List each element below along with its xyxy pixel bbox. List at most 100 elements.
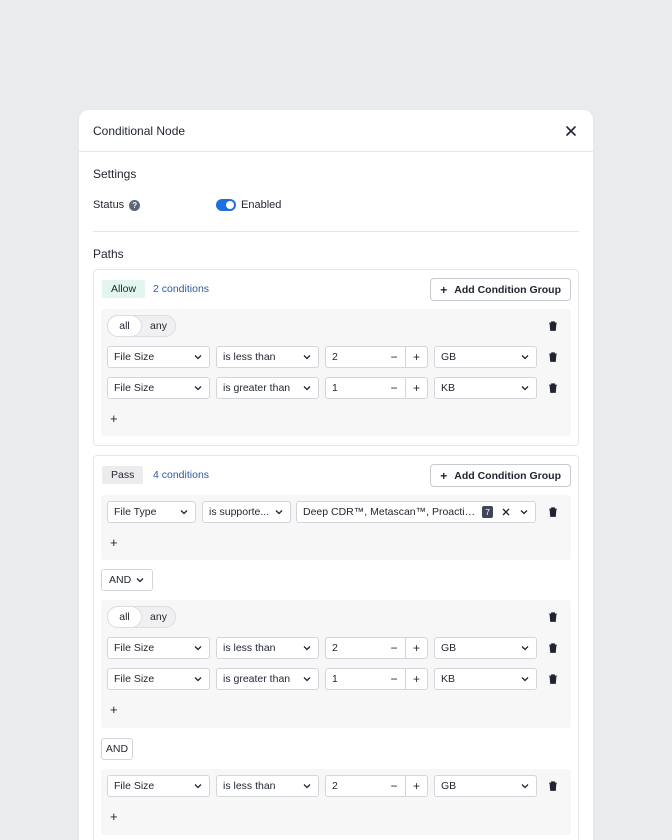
path-header-allow: Allow 2 conditions + Add Condition Group (94, 270, 578, 308)
plus-icon[interactable]: + (405, 638, 427, 658)
unit-select[interactable]: GB (434, 775, 537, 797)
chevron-down-icon (521, 386, 529, 391)
add-condition-button[interactable]: + (110, 809, 118, 824)
value-stepper[interactable]: 1 − + (325, 668, 428, 690)
plus-icon[interactable]: + (405, 669, 427, 689)
condition-group: all any File Size is less than 2− + GB Fi… (101, 600, 571, 728)
add-condition-button[interactable]: + (110, 702, 118, 717)
trash-icon[interactable] (547, 351, 559, 363)
chevron-down-icon (136, 578, 144, 583)
status-label: Status (93, 199, 125, 211)
trash-icon[interactable] (547, 320, 559, 332)
path-header-pass: Pass 4 conditions + Add Condition Group (94, 456, 578, 494)
operator-select[interactable]: is less than (216, 637, 319, 659)
mode-any[interactable]: any (142, 316, 175, 336)
field-select[interactable]: File Size (107, 377, 210, 399)
trash-icon[interactable] (547, 673, 559, 685)
operator-select[interactable]: is less than (216, 775, 319, 797)
field-select[interactable]: File Size (107, 775, 210, 797)
chevron-down-icon (521, 677, 529, 682)
chevron-down-icon (521, 784, 529, 789)
chevron-down-icon (194, 677, 202, 682)
all-any-switch: all any (107, 606, 176, 628)
add-group-label: Add Condition Group (454, 283, 561, 296)
logic-operator-label[interactable]: AND (101, 738, 133, 760)
value-stepper[interactable]: 2 − + (325, 637, 428, 659)
operator-select[interactable]: is greater than (216, 377, 319, 399)
add-condition-group-button[interactable]: + Add Condition Group (430, 464, 571, 487)
enabled-toggle[interactable] (216, 199, 236, 211)
chevron-down-icon (180, 510, 188, 515)
value-text: 1 (332, 382, 338, 394)
add-group-label: Add Condition Group (454, 469, 561, 482)
mode-any[interactable]: any (142, 607, 175, 627)
modal-header: Conditional Node (79, 110, 593, 152)
field-select[interactable]: File Type (107, 501, 196, 523)
path-card-pass: Pass 4 conditions + Add Condition Group … (93, 455, 579, 840)
mode-all[interactable]: all (107, 315, 142, 337)
all-any-switch: all any (107, 315, 176, 337)
unit-select[interactable]: KB (434, 668, 537, 690)
plus-icon: + (440, 282, 448, 297)
close-icon[interactable] (563, 123, 579, 139)
plus-icon[interactable]: + (405, 347, 427, 367)
operator-select[interactable]: is less than (216, 346, 319, 368)
logic-operator-select[interactable]: AND (101, 569, 153, 591)
path-badge-pass: Pass (102, 466, 144, 484)
trash-icon[interactable] (547, 611, 559, 623)
divider (93, 231, 579, 232)
field-select[interactable]: File Size (107, 637, 210, 659)
value-text: 2 (332, 351, 338, 363)
field-select[interactable]: File Size (107, 346, 210, 368)
mode-all[interactable]: all (107, 606, 142, 628)
condition-count-pass[interactable]: 4 conditions (153, 469, 209, 481)
conditional-node-modal: Conditional Node Settings Status ? Enabl… (79, 110, 593, 840)
value-text: 1 (332, 673, 338, 685)
minus-icon[interactable]: − (383, 669, 405, 689)
trash-icon[interactable] (547, 506, 559, 518)
minus-icon[interactable]: − (383, 347, 405, 367)
unit-select[interactable]: KB (434, 377, 537, 399)
operator-select[interactable]: is supporte... (202, 501, 291, 523)
trash-icon[interactable] (547, 642, 559, 654)
chevron-down-icon (194, 386, 202, 391)
add-condition-group-button[interactable]: + Add Condition Group (430, 278, 571, 301)
path-card-allow: Allow 2 conditions + Add Condition Group… (93, 269, 579, 446)
chevron-down-icon (303, 677, 311, 682)
minus-icon[interactable]: − (383, 776, 405, 796)
value-stepper[interactable]: 1 − + (325, 377, 428, 399)
operator-select[interactable]: is greater than (216, 668, 319, 690)
chevron-down-icon (303, 355, 311, 360)
minus-icon[interactable]: − (383, 638, 405, 658)
chevron-down-icon (520, 510, 528, 515)
modal-title: Conditional Node (93, 123, 186, 138)
chevron-down-icon (275, 510, 283, 515)
trash-icon[interactable] (547, 382, 559, 394)
condition-count-allow[interactable]: 2 conditions (153, 283, 209, 295)
clear-icon[interactable] (501, 507, 511, 517)
value-text: 2 (332, 780, 338, 792)
value-stepper[interactable]: 2 − + (325, 346, 428, 368)
plus-icon: + (440, 468, 448, 483)
unit-select[interactable]: GB (434, 346, 537, 368)
plus-icon[interactable]: + (405, 776, 427, 796)
selected-count-badge: 7 (482, 506, 493, 518)
chevron-down-icon (303, 646, 311, 651)
trash-icon[interactable] (547, 780, 559, 792)
add-condition-button[interactable]: + (110, 411, 118, 426)
unit-select[interactable]: GB (434, 637, 537, 659)
condition-group: all any File Size is less than 2− + GB Fi… (101, 309, 571, 436)
chevron-down-icon (303, 784, 311, 789)
condition-group: File Type is supporte... Deep CDR™, Meta… (101, 495, 571, 560)
value-stepper[interactable]: 2 − + (325, 775, 428, 797)
multi-value-select[interactable]: Deep CDR™, Metascan™, Proactive DL... 7 (296, 501, 536, 523)
field-select[interactable]: File Size (107, 668, 210, 690)
minus-icon[interactable]: − (383, 378, 405, 398)
toggle-label: Enabled (241, 199, 282, 211)
chevron-down-icon (303, 386, 311, 391)
chevron-down-icon (521, 646, 529, 651)
help-icon[interactable]: ? (129, 199, 141, 211)
plus-icon[interactable]: + (405, 378, 427, 398)
add-condition-button[interactable]: + (110, 535, 118, 550)
chevron-down-icon (194, 646, 202, 651)
